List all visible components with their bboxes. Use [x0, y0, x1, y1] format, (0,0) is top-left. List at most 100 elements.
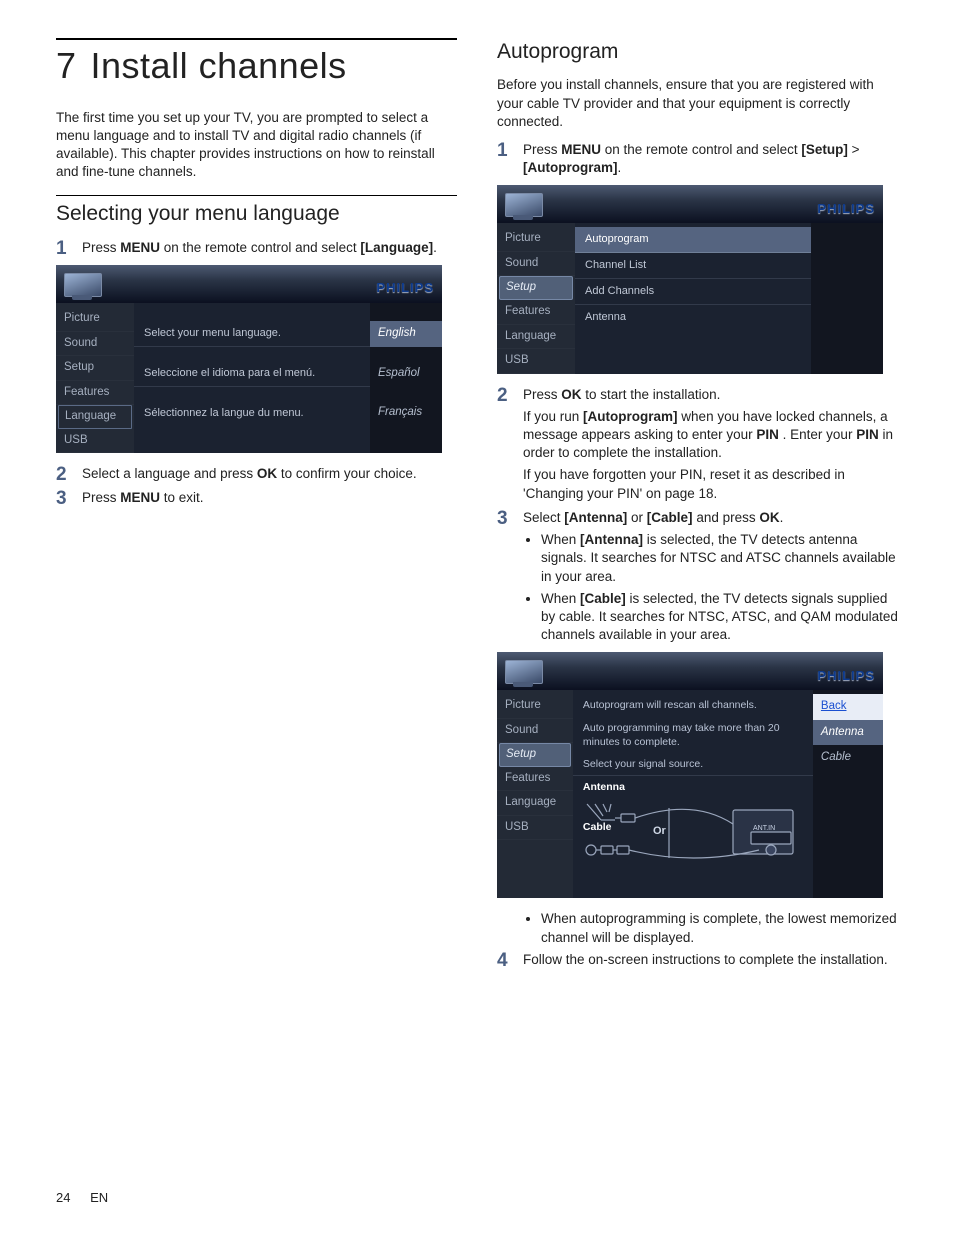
step-4: 4 Follow the on-screen instructions to c…: [497, 951, 898, 969]
step-number: 2: [497, 383, 517, 409]
osd-left-item: USB: [497, 349, 575, 374]
step-note: If you have forgotten your PIN, reset it…: [523, 466, 898, 502]
philips-logo: PHILIPS: [817, 667, 875, 691]
step-number: 3: [56, 486, 76, 512]
step-text: .: [780, 510, 784, 525]
figure-signal-source: PHILIPS Picture Sound Setup Features Lan…: [497, 652, 898, 898]
page-top-rule: [56, 38, 457, 40]
section-heading-autoprogram: Autoprogram: [497, 38, 898, 66]
osd-body: Picture Sound Setup Features Language US…: [497, 223, 883, 373]
osd-mid-row: Seleccione el idioma para el menú.: [134, 361, 370, 387]
osd-left-item: USB: [497, 816, 573, 841]
osd-left-column: Picture Sound Setup Features Language US…: [56, 303, 134, 453]
step-text: Follow the on-screen instructions to com…: [523, 952, 888, 967]
osd-left-item: USB: [56, 429, 134, 454]
osd-right-option: Español: [370, 361, 442, 387]
osd-header: PHILIPS: [497, 185, 883, 223]
osd-right-option: English: [370, 321, 442, 347]
step-number: 2: [56, 462, 76, 488]
osd-body: Picture Sound Setup Features Language US…: [497, 690, 883, 898]
step-number: 3: [497, 506, 517, 532]
philips-logo: PHILIPS: [817, 200, 875, 224]
section-intro-autoprogram: Before you install channels, ensure that…: [497, 76, 898, 131]
osd-label-antenna: Antenna: [573, 776, 813, 798]
osd-header: PHILIPS: [56, 265, 442, 303]
bullet-item: When autoprogramming is complete, the lo…: [541, 910, 898, 946]
step-text: .: [433, 240, 437, 255]
steps-list-language-cont: 2 Select a language and press OK to conf…: [56, 465, 457, 507]
step-number: 4: [497, 948, 517, 974]
tv-osd: PHILIPS Picture Sound Setup Features Lan…: [56, 265, 442, 453]
step-text: When: [541, 532, 580, 547]
step-text: to exit.: [160, 490, 204, 505]
osd-left-column: Picture Sound Setup Features Language US…: [497, 223, 575, 373]
step-number: 1: [56, 236, 76, 262]
step-text: Press: [82, 490, 120, 505]
osd-right-option-back: Back: [813, 694, 883, 720]
step-text: Press: [523, 142, 561, 157]
osd-right-option: Antenna: [813, 720, 883, 746]
bullet-item: When [Cable] is selected, the TV detects…: [541, 590, 898, 645]
osd-mid-column: Select your menu language. Seleccione el…: [134, 303, 370, 453]
osd-mid-row: Select your menu language.: [134, 321, 370, 347]
osd-mid-row: Autoprogram: [575, 227, 811, 253]
bold-text: [Antenna]: [564, 510, 627, 525]
osd-mid-row: Channel List: [575, 253, 811, 279]
section-heading-language: Selecting your menu language: [56, 200, 457, 228]
step-text: on the remote control and select: [160, 240, 360, 255]
tv-icon: [501, 658, 545, 690]
bold-text: OK: [561, 387, 581, 402]
chapter-intro: The first time you set up your TV, you a…: [56, 109, 457, 182]
osd-left-item: Picture: [497, 694, 573, 719]
page-footer: 24 EN: [56, 1189, 108, 1207]
osd-left-item: Features: [497, 767, 573, 792]
osd-left-item: Features: [56, 381, 134, 406]
osd-right-option: Cable: [813, 745, 883, 771]
step-text: . Enter your: [779, 427, 856, 442]
step-3: 3 Select [Antenna] or [Cable] and press …: [497, 509, 898, 645]
osd-info-text: Select your signal source.: [573, 753, 813, 776]
bold-text: [Autoprogram]: [523, 160, 618, 175]
bold-text: PIN: [756, 427, 779, 442]
step-3: 3 Press MENU to exit.: [56, 489, 457, 507]
osd-mid-column: Autoprogram Channel List Add Channels An…: [575, 223, 811, 373]
bold-text: [Autoprogram]: [583, 409, 678, 424]
osd-left-item: Language: [497, 325, 575, 350]
tv-icon: [501, 191, 545, 223]
step-text: to start the installation.: [582, 387, 721, 402]
step-1: 1 Press MENU on the remote control and s…: [497, 141, 898, 177]
step-text: .: [618, 160, 622, 175]
step-text: or: [627, 510, 647, 525]
osd-right-column: English Español Français: [370, 303, 442, 453]
bold-text: MENU: [120, 240, 160, 255]
step-text: When: [541, 591, 580, 606]
osd-left-item-selected: Setup: [499, 276, 573, 300]
osd-mid-column: Autoprogram will rescan all channels. Au…: [573, 690, 813, 898]
osd-mid-row: Antenna: [575, 305, 811, 330]
osd-info-text: Autoprogram will rescan all channels.: [573, 694, 813, 716]
step-text: Select a language and press: [82, 466, 257, 481]
step-1: 1 Press MENU on the remote control and s…: [56, 239, 457, 257]
bold-text: MENU: [561, 142, 601, 157]
osd-left-item: Picture: [56, 307, 134, 332]
osd-left-item: Sound: [497, 719, 573, 744]
chapter-title: Install channels: [91, 45, 347, 86]
bold-text: [Language]: [360, 240, 433, 255]
bullet-list: When autoprogramming is complete, the lo…: [541, 910, 898, 946]
figure-language-menu: PHILIPS Picture Sound Setup Features Lan…: [56, 265, 457, 453]
bullet-list: When [Antenna] is selected, the TV detec…: [541, 531, 898, 644]
bullet-item: When [Antenna] is selected, the TV detec…: [541, 531, 898, 586]
step-text: and press: [693, 510, 760, 525]
figure-autoprogram-menu: PHILIPS Picture Sound Setup Features Lan…: [497, 185, 898, 373]
bold-text: MENU: [120, 490, 160, 505]
osd-left-item: Features: [497, 300, 575, 325]
step-text: >: [848, 142, 860, 157]
osd-left-item: Picture: [497, 227, 575, 252]
page-lang: EN: [90, 1190, 108, 1205]
osd-left-item: Sound: [56, 332, 134, 357]
osd-right-column: Back Antenna Cable: [813, 690, 883, 898]
osd-right-column: [811, 223, 883, 373]
chapter-heading: 7Install channels: [56, 42, 457, 91]
bold-text: PIN: [856, 427, 879, 442]
step-text: Press: [82, 240, 120, 255]
